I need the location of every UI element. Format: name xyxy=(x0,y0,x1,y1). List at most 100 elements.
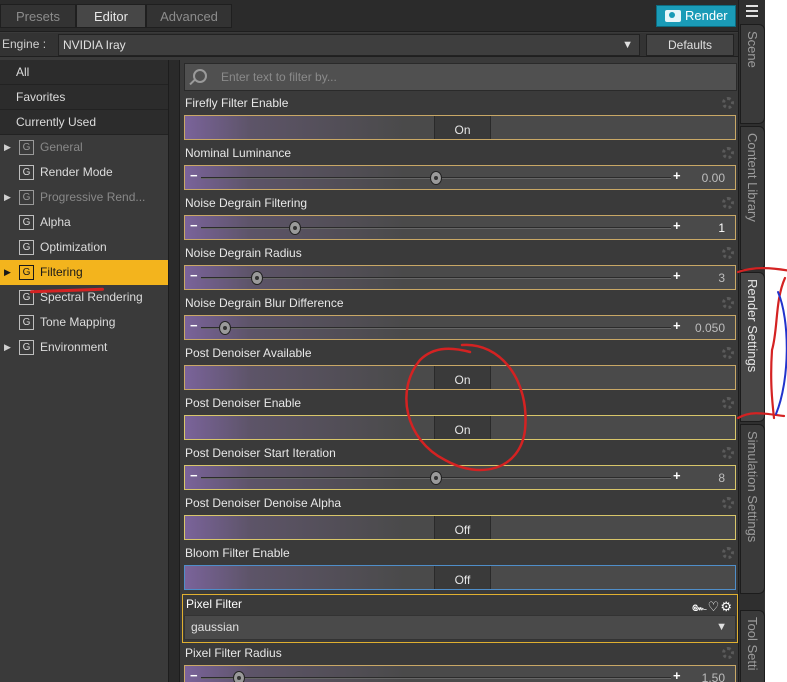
side-tab-scene[interactable]: Scene xyxy=(740,24,765,124)
slider-field[interactable]: − + 3 xyxy=(184,265,736,290)
slider-track[interactable] xyxy=(201,677,671,679)
property-label: Post Denoiser Denoise Alpha xyxy=(185,496,342,510)
gear-icon[interactable] xyxy=(722,547,734,559)
increment-button[interactable]: + xyxy=(673,218,681,234)
expand-arrow-icon[interactable]: ▶ xyxy=(4,260,11,285)
gear-icon[interactable] xyxy=(722,397,734,409)
category-general[interactable]: ▶ G General xyxy=(0,135,168,160)
slider-handle[interactable] xyxy=(218,321,231,335)
property-row: Nominal Luminance − + 0.00 xyxy=(182,144,738,194)
side-tab-tool-settings[interactable]: Tool Setti xyxy=(740,610,765,682)
expand-arrow-icon[interactable]: ▶ xyxy=(4,135,11,160)
gear-icon[interactable] xyxy=(722,247,734,259)
slider-handle[interactable] xyxy=(430,171,442,185)
tab-presets[interactable]: Presets xyxy=(0,4,76,28)
decrement-button[interactable]: − xyxy=(190,168,198,184)
render-settings-pane: Presets Editor Advanced Render Engine : … xyxy=(0,0,738,682)
decrement-button[interactable]: − xyxy=(190,268,198,284)
slider-value[interactable]: 0.00 xyxy=(702,171,725,185)
slider-field[interactable]: − + 1 xyxy=(184,215,736,240)
slider-field[interactable]: − + 1.50 xyxy=(184,665,736,682)
toggle-button[interactable]: On xyxy=(434,416,491,439)
side-tab-content-library[interactable]: Content Library xyxy=(740,126,765,270)
property-options-icon[interactable]: ๛♡⚙ xyxy=(692,596,733,617)
property-label: Noise Degrain Blur Difference xyxy=(185,296,344,310)
gear-icon[interactable] xyxy=(722,147,734,159)
toggle-field[interactable]: Off xyxy=(184,515,736,540)
increment-button[interactable]: + xyxy=(673,318,681,334)
toggle-button[interactable]: On xyxy=(434,116,491,139)
expand-arrow-icon[interactable]: ▶ xyxy=(4,185,11,210)
slider-value[interactable]: 1 xyxy=(718,221,725,235)
category-all[interactable]: All xyxy=(0,60,168,85)
property-row: Firefly Filter Enable On xyxy=(182,94,738,144)
slider-field[interactable]: − + 0.050 xyxy=(184,315,736,340)
category-filtering[interactable]: ▶ G Filtering xyxy=(0,260,168,285)
engine-row: Engine : NVIDIA Iray ▼ Defaults xyxy=(0,33,738,57)
category-environment[interactable]: ▶ G Environment xyxy=(0,335,168,360)
slider-handle[interactable] xyxy=(251,271,264,285)
side-tab-label: Scene xyxy=(745,31,760,68)
decrement-button[interactable]: − xyxy=(190,468,198,484)
property-label: Pixel Filter xyxy=(186,597,243,611)
gear-icon[interactable] xyxy=(722,447,734,459)
slider-field[interactable]: − + 0.00 xyxy=(184,165,736,190)
gear-icon[interactable] xyxy=(722,97,734,109)
menu-icon[interactable] xyxy=(742,1,762,21)
engine-select[interactable]: NVIDIA Iray ▼ xyxy=(58,34,640,56)
toggle-field[interactable]: Off xyxy=(184,565,736,590)
slider-track[interactable] xyxy=(201,277,671,279)
increment-button[interactable]: + xyxy=(673,668,681,682)
slider-value[interactable]: 0.050 xyxy=(695,321,725,335)
gear-icon[interactable] xyxy=(722,647,734,659)
side-tab-label: Content Library xyxy=(745,133,760,222)
group-icon: G xyxy=(19,190,34,205)
slider-value[interactable]: 1.50 xyxy=(702,671,725,682)
pixel-filter-select[interactable]: gaussian ▼ xyxy=(184,615,736,640)
panel-splitter[interactable] xyxy=(168,60,180,682)
slider-handle[interactable] xyxy=(232,671,245,682)
category-render-mode[interactable]: G Render Mode xyxy=(0,160,168,185)
property-label: Firefly Filter Enable xyxy=(185,96,289,110)
tab-editor[interactable]: Editor xyxy=(76,4,146,28)
property-row: Noise Degrain Blur Difference − + 0.050 xyxy=(182,294,738,344)
decrement-button[interactable]: − xyxy=(190,668,198,682)
decrement-button[interactable]: − xyxy=(190,218,198,234)
toggle-field[interactable]: On xyxy=(184,115,736,140)
category-optimization[interactable]: G Optimization xyxy=(0,235,168,260)
tab-advanced[interactable]: Advanced xyxy=(146,4,232,28)
side-tab-render-settings[interactable]: Render Settings xyxy=(740,272,765,422)
slider-value[interactable]: 3 xyxy=(718,271,725,285)
increment-button[interactable]: + xyxy=(673,468,681,484)
render-button[interactable]: Render xyxy=(656,5,736,27)
slider-handle[interactable] xyxy=(289,221,301,235)
slider-field[interactable]: − + 8 xyxy=(184,465,736,490)
property-label: Noise Degrain Radius xyxy=(185,246,302,260)
category-alpha[interactable]: G Alpha xyxy=(0,210,168,235)
category-favorites[interactable]: Favorites xyxy=(0,85,168,110)
filter-input[interactable] xyxy=(221,67,721,87)
gear-icon[interactable] xyxy=(722,497,734,509)
toggle-field[interactable]: On xyxy=(184,365,736,390)
increment-button[interactable]: + xyxy=(673,268,681,284)
toggle-button[interactable]: On xyxy=(434,366,491,389)
slider-track[interactable] xyxy=(201,327,671,329)
slider-value[interactable]: 8 xyxy=(718,471,725,485)
slider-handle[interactable] xyxy=(430,471,442,485)
increment-button[interactable]: + xyxy=(673,168,681,184)
decrement-button[interactable]: − xyxy=(190,318,198,334)
toggle-button[interactable]: Off xyxy=(434,566,491,589)
search-icon xyxy=(193,69,207,83)
side-tab-simulation-settings[interactable]: Simulation Settings xyxy=(740,424,765,594)
category-progressive-rendering[interactable]: ▶ G Progressive Rend... xyxy=(0,185,168,210)
defaults-button[interactable]: Defaults xyxy=(646,34,734,56)
gear-icon[interactable] xyxy=(722,197,734,209)
gear-icon[interactable] xyxy=(722,347,734,359)
category-currently-used[interactable]: Currently Used xyxy=(0,110,168,135)
category-tone-mapping[interactable]: G Tone Mapping xyxy=(0,310,168,335)
toggle-field[interactable]: On xyxy=(184,415,736,440)
expand-arrow-icon[interactable]: ▶ xyxy=(4,335,11,360)
gear-icon[interactable] xyxy=(722,297,734,309)
slider-track[interactable] xyxy=(201,227,671,229)
toggle-button[interactable]: Off xyxy=(434,516,491,539)
